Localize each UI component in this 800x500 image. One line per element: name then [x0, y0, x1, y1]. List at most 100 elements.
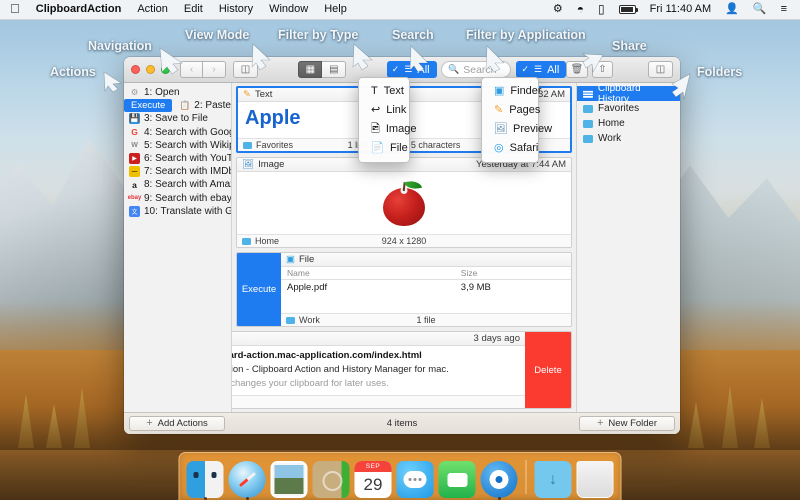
list-icon: ☰: [404, 64, 413, 74]
filter-by-type-menu[interactable]: T Text ↩ Link 🖻 Image 📄 File: [358, 77, 416, 163]
pages-icon: ✎: [494, 104, 504, 116]
menu-item-link[interactable]: ↩ Link: [359, 101, 409, 120]
filter-by-application-label: All: [547, 63, 560, 76]
menu-item-file[interactable]: 📄 File: [359, 139, 409, 158]
menubar-clock[interactable]: Fri 11:40 AM: [643, 0, 719, 19]
zoom-button[interactable]: [161, 65, 170, 74]
action-item-search-youtube[interactable]: ▶ 6: Search with YouTube: [124, 152, 231, 165]
trash-icon[interactable]: 🗑: [566, 61, 588, 78]
menu-item-label: Preview: [513, 123, 553, 135]
folder-item-clipboard-history[interactable]: Clipboard History: [577, 83, 680, 105]
action-item-open[interactable]: ⚙ 1: Open: [124, 86, 231, 99]
dock-item-calendar[interactable]: SEP 29: [354, 461, 392, 498]
history-list-icon: [583, 89, 593, 98]
dock-item-contacts[interactable]: [312, 461, 350, 498]
annotation-navigation: Navigation: [88, 39, 152, 53]
action-item-search-wikipedia[interactable]: W 5: Search with Wikipedia: [124, 139, 231, 152]
menu-item-finder[interactable]: ▣ Finder: [482, 82, 542, 101]
close-button[interactable]: [131, 65, 140, 74]
right-sidebar-toggle-icon[interactable]: ◫: [648, 61, 673, 78]
file-size: 3,9 MB: [460, 282, 491, 293]
card-footer: [232, 395, 525, 408]
action-label: 5: Search with Wikipedia: [144, 139, 231, 151]
folder-item-home[interactable]: Home: [577, 116, 680, 131]
user-icon[interactable]: 👤: [718, 0, 746, 19]
card-body: board-action.mac-application.com/index.h…: [232, 346, 525, 395]
dock-item-photos[interactable]: [270, 461, 308, 498]
left-sidebar-toggle-icon[interactable]: ◫: [233, 61, 259, 78]
filter-by-application-button[interactable]: ✓ ☰ All: [516, 61, 567, 78]
search-input[interactable]: 🔍 Search: [441, 61, 512, 78]
dock-item-trash[interactable]: [576, 461, 614, 498]
dock-item-facetime[interactable]: [438, 461, 476, 498]
notification-center-icon[interactable]: ≡: [774, 0, 794, 19]
menu-item-action[interactable]: Action: [129, 0, 176, 19]
clipboard-icon: 📋: [179, 100, 191, 111]
menu-item-preview[interactable]: 🖼 Preview: [482, 120, 553, 139]
annotation-filter-by-application: Filter by Application: [466, 28, 586, 42]
spotlight-search-icon[interactable]: 🔍: [746, 0, 774, 19]
youtube-icon: ▶: [129, 153, 140, 165]
action-item-save-to-file[interactable]: 💾 3: Save to File: [124, 112, 231, 125]
card-meta: 1 file: [416, 315, 436, 325]
action-item-search-ebay[interactable]: ebay 9: Search with ebay: [124, 192, 231, 205]
action-item-translate-google[interactable]: 文 10: Translate with Google: [124, 205, 231, 218]
link-title: Action - Clipboard Action and History Ma…: [232, 364, 449, 375]
execute-swipe-button[interactable]: Execute: [237, 253, 281, 326]
menu-item-safari[interactable]: ◎ Safari: [482, 139, 538, 158]
menu-item-label: Text: [383, 85, 404, 97]
gear-icon: ⚙: [130, 87, 139, 98]
execute-button[interactable]: Execute: [124, 99, 173, 113]
card-body: [237, 172, 571, 234]
battery-icon[interactable]: [612, 5, 643, 14]
table-row[interactable]: Apple.pdf 3,9 MB: [281, 280, 571, 295]
delete-swipe-button[interactable]: Delete: [525, 332, 571, 408]
menu-item-history[interactable]: History: [211, 0, 261, 19]
menu-item-pages[interactable]: ✎ Pages: [482, 101, 541, 120]
folder-icon: [583, 104, 593, 113]
clipboard-item-image[interactable]: 🖼 Image Yesterday at 7:44 AM Home 924 x …: [236, 157, 572, 248]
item-count-label: 4 items: [386, 418, 418, 429]
forward-button[interactable]: ›: [203, 61, 226, 78]
folder-label: Clipboard History: [597, 82, 641, 105]
card-type-label: File: [298, 254, 315, 265]
dock-item-safari[interactable]: [228, 461, 266, 500]
apple-icon[interactable]: : [8, 1, 28, 18]
menu-item-window[interactable]: Window: [261, 0, 316, 19]
folder-item-work[interactable]: Work: [577, 131, 680, 146]
clipboard-item-file[interactable]: Execute ▣ File Name Size Apple.pdf 3,9 M…: [236, 252, 572, 327]
back-button[interactable]: ‹: [180, 61, 203, 78]
dock-item-downloads-folder[interactable]: ↓: [534, 461, 572, 498]
pages-icon: ✎: [243, 89, 251, 100]
share-icon[interactable]: ⇧: [591, 61, 613, 78]
card-view-icon[interactable]: ▤: [322, 61, 347, 78]
menu-item-clipboardaction[interactable]: ClipboardAction: [28, 0, 130, 19]
imdb-icon: —: [129, 166, 140, 178]
google-translate-icon: 文: [129, 205, 140, 217]
menu-item-edit[interactable]: Edit: [176, 0, 211, 19]
menu-item-help[interactable]: Help: [316, 0, 355, 19]
menu-item-image[interactable]: 🖻 Image: [359, 120, 416, 139]
dock-item-messages[interactable]: [396, 461, 434, 498]
ebay-icon: ebay: [127, 195, 142, 202]
action-label: 1: Open: [144, 87, 180, 99]
checkmark-icon: ✓: [521, 64, 530, 74]
dock-item-system-preferences[interactable]: [480, 461, 518, 500]
action-item-paste[interactable]: Execute 📋 2: Paste: [124, 99, 231, 113]
menu-item-label: File: [390, 142, 408, 154]
minimize-button[interactable]: [146, 65, 155, 74]
dock-item-finder[interactable]: [186, 461, 224, 500]
clipboard-item-link[interactable]: Delete 3 days ago board-action.mac-appli…: [232, 331, 572, 409]
grid-view-icon[interactable]: ▦: [298, 61, 323, 78]
filter-by-type-button[interactable]: ✓ ☰ All: [386, 61, 437, 78]
filter-by-application-menu[interactable]: ▣ Finder ✎ Pages 🖼 Preview ◎ Safari: [481, 77, 553, 163]
gear-icon[interactable]: ⚙: [546, 0, 570, 19]
wifi-icon[interactable]: ◓: [570, 0, 591, 19]
action-item-search-imdb[interactable]: — 7: Search with IMDb: [124, 165, 231, 178]
menu-item-label: Pages: [509, 104, 541, 116]
menu-bar:  ClipboardAction Action Edit History Wi…: [0, 0, 800, 20]
action-item-search-google[interactable]: G 4: Search with Google: [124, 126, 231, 139]
menu-item-text[interactable]: T Text: [359, 82, 409, 101]
action-item-search-amazon[interactable]: a 8: Search with Amazon: [124, 178, 231, 191]
airplay-icon[interactable]: ▯: [591, 0, 612, 19]
